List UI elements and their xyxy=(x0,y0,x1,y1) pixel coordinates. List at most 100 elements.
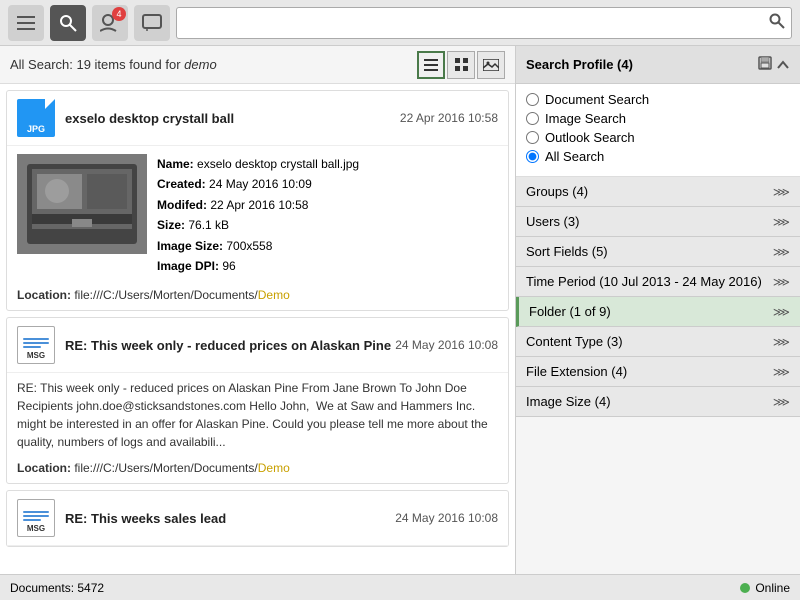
chat-button[interactable] xyxy=(134,5,170,41)
filter-label-users: Users (3) xyxy=(526,214,579,229)
filter-label-folder: Folder (1 of 9) xyxy=(529,304,611,319)
results-title: All Search: 19 items found for demo xyxy=(10,57,217,72)
chevron-down-icon: ⋙ xyxy=(773,305,790,319)
outlook-search-label: Outlook Search xyxy=(545,130,635,145)
filter-time-period: Time Period (10 Jul 2013 - 24 May 2016) … xyxy=(516,267,800,297)
result-item-date: 24 May 2016 10:08 xyxy=(395,338,498,352)
location-link[interactable]: Demo xyxy=(258,461,290,475)
view-buttons xyxy=(417,51,505,79)
chevron-down-icon: ⋙ xyxy=(773,215,790,229)
document-search-label: Document Search xyxy=(545,92,649,107)
status-bar: Documents: 5472 Online xyxy=(0,574,800,600)
created-label: Created: xyxy=(157,177,206,191)
grid-view-button[interactable] xyxy=(447,51,475,79)
image-dpi-label: Image DPI: xyxy=(157,259,219,273)
documents-count: Documents: 5472 xyxy=(10,581,104,595)
result-location: Location: file:///C:/Users/Morten/Docume… xyxy=(7,284,508,310)
search-button[interactable] xyxy=(50,5,86,41)
filter-header-image-size[interactable]: Image Size (4) ⋙ xyxy=(516,387,800,416)
filter-groups: Groups (4) ⋙ xyxy=(516,177,800,207)
filter-header-file-extension[interactable]: File Extension (4) ⋙ xyxy=(516,357,800,386)
save-profile-button[interactable] xyxy=(758,56,772,73)
filter-file-extension: File Extension (4) ⋙ xyxy=(516,357,800,387)
add-user-button[interactable]: 4 xyxy=(92,5,128,41)
online-indicator: Online xyxy=(740,581,790,595)
filter-label-content-type: Content Type (3) xyxy=(526,334,623,349)
left-panel: All Search: 19 items found for demo JPG xyxy=(0,46,515,574)
filter-label-groups: Groups (4) xyxy=(526,184,588,199)
msg-icon: MSG xyxy=(17,326,55,364)
search-type-outlook[interactable]: Outlook Search xyxy=(526,130,790,145)
result-item-date: 24 May 2016 10:08 xyxy=(395,511,498,525)
modified-label: Modifed: xyxy=(157,198,207,212)
notification-badge: 4 xyxy=(112,7,126,21)
filter-content-type: Content Type (3) ⋙ xyxy=(516,327,800,357)
profile-title: Search Profile (4) xyxy=(526,57,633,72)
results-list: JPG exselo desktop crystall ball 22 Apr … xyxy=(0,84,515,574)
right-panel: Search Profile (4) Document Search Image… xyxy=(515,46,800,574)
outlook-search-radio[interactable] xyxy=(526,131,539,144)
result-body: RE: This week only - reduced prices on A… xyxy=(7,373,508,457)
search-type-group: Document Search Image Search Outlook Sea… xyxy=(516,84,800,177)
profile-header: Search Profile (4) xyxy=(516,46,800,84)
filter-sort-fields: Sort Fields (5) ⋙ xyxy=(516,237,800,267)
result-item-title: exselo desktop crystall ball xyxy=(65,111,400,126)
result-item-date: 22 Apr 2016 10:58 xyxy=(400,111,498,125)
filter-header-content-type[interactable]: Content Type (3) ⋙ xyxy=(516,327,800,356)
result-item-header[interactable]: JPG exselo desktop crystall ball 22 Apr … xyxy=(7,91,508,146)
chevron-down-icon: ⋙ xyxy=(773,185,790,199)
image-search-radio[interactable] xyxy=(526,112,539,125)
online-label: Online xyxy=(755,581,790,595)
search-bar: demo xyxy=(176,7,792,39)
all-search-radio[interactable] xyxy=(526,150,539,163)
all-search-label: All Search xyxy=(545,149,604,164)
filter-header-users[interactable]: Users (3) ⋙ xyxy=(516,207,800,236)
filter-label-sort-fields: Sort Fields (5) xyxy=(526,244,608,259)
result-item-header[interactable]: MSG RE: This weeks sales lead 24 May 201… xyxy=(7,491,508,546)
result-expanded-content: Name: exselo desktop crystall ball.jpg C… xyxy=(7,146,508,284)
chevron-down-icon: ⋙ xyxy=(773,395,790,409)
location-link[interactable]: Demo xyxy=(258,288,290,302)
size-label: Size: xyxy=(157,218,185,232)
filter-label-file-extension: File Extension (4) xyxy=(526,364,627,379)
search-type-image[interactable]: Image Search xyxy=(526,111,790,126)
jpg-icon: JPG xyxy=(17,99,55,137)
filter-header-time-period[interactable]: Time Period (10 Jul 2013 - 24 May 2016) … xyxy=(516,267,800,296)
image-view-button[interactable] xyxy=(477,51,505,79)
image-size-label: Image Size: xyxy=(157,239,223,253)
filter-header-folder[interactable]: Folder (1 of 9) ⋙ xyxy=(519,297,800,326)
result-item: JPG exselo desktop crystall ball 22 Apr … xyxy=(6,90,509,311)
search-input[interactable]: demo xyxy=(183,15,769,30)
online-dot xyxy=(740,583,750,593)
search-submit-button[interactable] xyxy=(769,13,785,33)
chevron-down-icon: ⋙ xyxy=(773,335,790,349)
collapse-profile-button[interactable] xyxy=(776,56,790,73)
chevron-down-icon: ⋙ xyxy=(773,245,790,259)
name-label: Name: xyxy=(157,157,194,171)
result-item-title: RE: This week only - reduced prices on A… xyxy=(65,338,395,353)
result-item-title: RE: This weeks sales lead xyxy=(65,511,395,526)
result-item-header[interactable]: MSG RE: This week only - reduced prices … xyxy=(7,318,508,373)
thumbnail-image xyxy=(17,154,147,254)
main-area: All Search: 19 items found for demo JPG xyxy=(0,46,800,574)
document-search-radio[interactable] xyxy=(526,93,539,106)
filter-users: Users (3) ⋙ xyxy=(516,207,800,237)
search-type-document[interactable]: Document Search xyxy=(526,92,790,107)
result-details: Name: exselo desktop crystall ball.jpg C… xyxy=(157,154,498,276)
filter-header-sort-fields[interactable]: Sort Fields (5) ⋙ xyxy=(516,237,800,266)
menu-button[interactable] xyxy=(8,5,44,41)
chevron-down-icon: ⋙ xyxy=(773,365,790,379)
result-item: MSG RE: This week only - reduced prices … xyxy=(6,317,509,484)
filter-folder: Folder (1 of 9) ⋙ xyxy=(516,297,800,327)
filter-header-groups[interactable]: Groups (4) ⋙ xyxy=(516,177,800,206)
msg-icon: MSG xyxy=(17,499,55,537)
result-thumbnail xyxy=(17,154,147,254)
chevron-down-icon: ⋙ xyxy=(773,275,790,289)
result-item: MSG RE: This weeks sales lead 24 May 201… xyxy=(6,490,509,547)
results-header: All Search: 19 items found for demo xyxy=(0,46,515,84)
search-type-all[interactable]: All Search xyxy=(526,149,790,164)
image-search-label: Image Search xyxy=(545,111,626,126)
filter-label-time-period: Time Period (10 Jul 2013 - 24 May 2016) xyxy=(526,274,762,289)
list-view-button[interactable] xyxy=(417,51,445,79)
filter-image-size: Image Size (4) ⋙ xyxy=(516,387,800,417)
